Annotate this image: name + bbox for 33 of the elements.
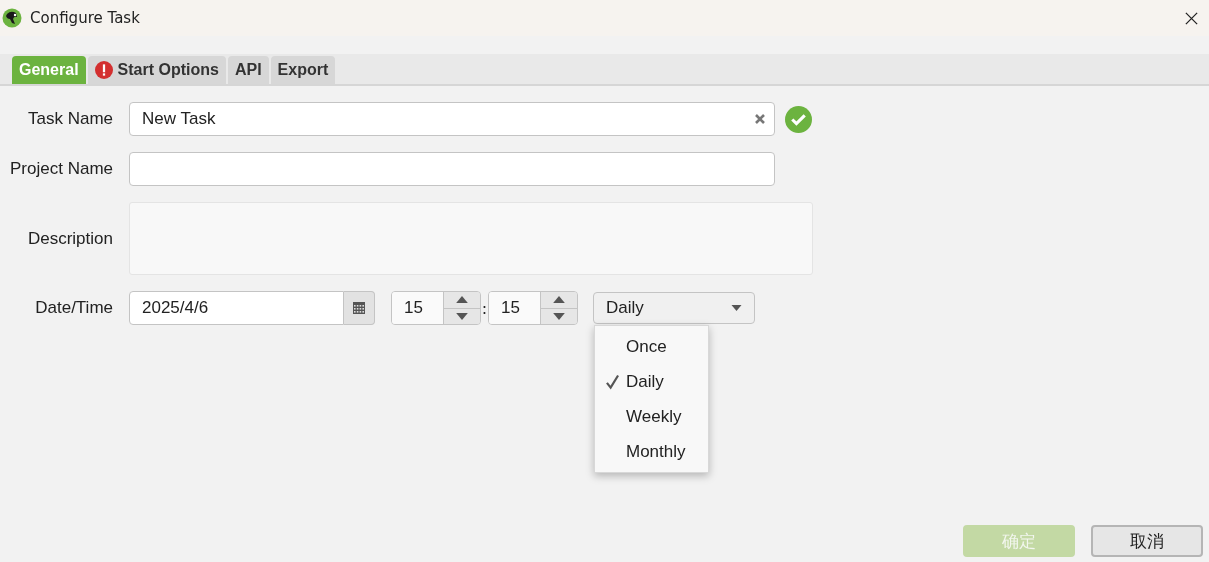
date-field[interactable]: 2025/4/6 [129,291,344,325]
field-label: Date/Time [34,298,114,318]
tab[interactable]: Start Options [87,56,226,84]
clear-icon[interactable] [754,113,766,125]
up-arrow-icon [553,296,565,304]
app-logo-icon [2,8,22,28]
warning-icon [94,61,113,79]
project-name-field[interactable] [129,152,775,186]
down-arrow-icon [553,312,565,320]
tab[interactable]: API [227,56,269,84]
field-label: Task Name [26,109,114,129]
increment-button[interactable] [541,292,577,309]
menu-item[interactable]: Weekly [595,399,708,434]
task-name-field[interactable]: New Task [129,102,775,136]
menu-item[interactable]: Once [595,329,708,364]
up-arrow-icon [456,296,468,304]
field-label: Description [26,228,114,249]
close-icon[interactable] [1184,10,1199,26]
tab[interactable]: Export [270,56,336,84]
field-label: Project Name [9,159,114,179]
dialog-button[interactable]: 取消 [1091,525,1203,557]
time-separator: : [481,298,488,318]
calendar-icon [353,302,365,314]
hour-field[interactable]: 15 [392,292,444,324]
menu-item[interactable]: Daily [595,364,708,399]
calendar-button[interactable] [344,291,375,325]
down-arrow-icon [456,312,468,320]
minute-field[interactable]: 15 [489,292,541,324]
caret-icon [731,305,742,311]
window-title: Configure Task [30,9,140,27]
menu-item[interactable]: Monthly [595,434,708,469]
repeat-dropdown[interactable]: Daily [593,292,755,324]
increment-button[interactable] [444,292,480,309]
